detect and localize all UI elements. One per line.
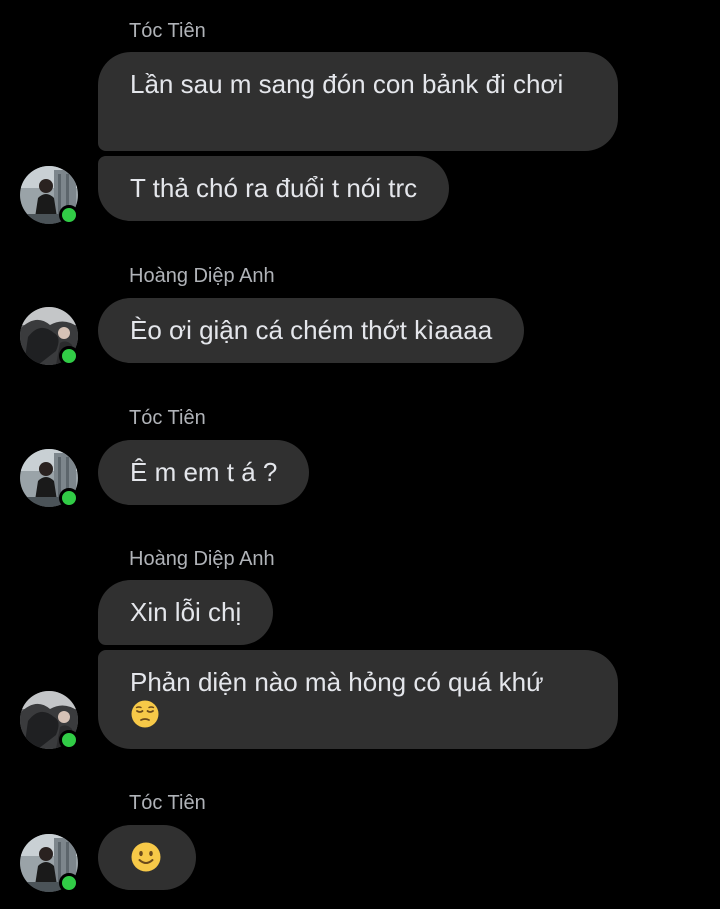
- message-text: Ê m em t á ?: [130, 457, 278, 487]
- message-text: Lần sau m sang đón con bảnk đi chơi: [130, 69, 564, 99]
- avatar[interactable]: [20, 166, 79, 225]
- message-text: Phản diện nào mà hỏng có quá khứ: [130, 667, 544, 697]
- message-bubble[interactable]: Ê m em t á ?: [98, 440, 310, 505]
- message-text: Xin lỗi chị: [130, 597, 242, 627]
- sender-name: Tóc Tiên: [129, 407, 206, 429]
- slightly-smiling-face-emoji: [130, 841, 162, 881]
- message-bubble[interactable]: Lần sau m sang đón con bảnk đi chơi: [98, 52, 618, 151]
- message-bubble[interactable]: T thả chó ra đuổi t nói trc: [98, 156, 450, 221]
- message-text: T thả chó ra đuổi t nói trc: [130, 173, 418, 203]
- sender-name: Tóc Tiên: [129, 792, 206, 814]
- message-text: Èo ơi giận cá chém thớt kìaaaa: [130, 315, 493, 345]
- pensive-face-emoji: [130, 699, 160, 737]
- message-bubble[interactable]: [98, 825, 196, 890]
- message-bubble[interactable]: Èo ơi giận cá chém thớt kìaaaa: [98, 298, 525, 363]
- message-bubble[interactable]: Xin lỗi chị: [98, 580, 274, 645]
- avatar[interactable]: [20, 449, 79, 508]
- online-status-dot: [59, 873, 79, 893]
- online-status-dot: [59, 346, 79, 366]
- sender-name: Hoàng Diệp Anh: [129, 548, 275, 570]
- online-status-dot: [59, 205, 79, 225]
- online-status-dot: [59, 488, 79, 508]
- avatar[interactable]: [20, 691, 79, 750]
- sender-name: Hoàng Diệp Anh: [129, 265, 275, 287]
- message-bubble[interactable]: Phản diện nào mà hỏng có quá khứ: [98, 650, 618, 749]
- avatar[interactable]: [20, 834, 79, 893]
- avatar[interactable]: [20, 307, 79, 366]
- online-status-dot: [59, 730, 79, 750]
- sender-name: Tóc Tiên: [129, 20, 206, 42]
